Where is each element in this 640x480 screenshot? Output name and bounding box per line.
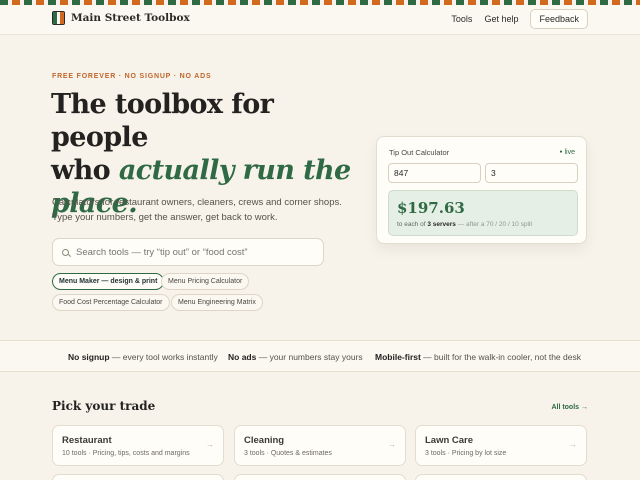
arrow-right-icon: →	[206, 440, 214, 449]
brand-name: Main Street Toolbox	[71, 12, 190, 24]
result-note: to each of 3 servers — after a 70 / 20 /…	[397, 221, 532, 228]
feature-title: Mobile-first	[375, 352, 421, 362]
trade-card-restaurant[interactable]: Restaurant 10 tools · Pricing, tips, cos…	[52, 425, 224, 466]
trade-name: Restaurant	[62, 435, 112, 446]
arrow-right-icon: →	[388, 440, 396, 449]
feedback-button[interactable]: Feedback	[530, 9, 588, 29]
trade-card-partial[interactable]	[234, 474, 406, 480]
feature-text: — your numbers stay yours	[256, 352, 363, 362]
chip-menu-maker[interactable]: Menu Maker — design & print	[52, 273, 165, 290]
search-icon	[62, 248, 69, 256]
feature-no-ads: No ads — your numbers stay yours	[228, 352, 363, 362]
hero-description: Calculators for restaurant owners, clean…	[52, 197, 342, 223]
chip-food-cost[interactable]: Food Cost Percentage Calculator	[52, 294, 170, 311]
trade-card-partial[interactable]	[52, 474, 224, 480]
hero-kicker: FREE FOREVER · NO SIGNUP · NO ADS	[52, 73, 212, 80]
feature-text: — every tool works instantly	[109, 352, 218, 362]
all-tools-link[interactable]: All tools →	[551, 404, 588, 411]
trade-card-cleaning[interactable]: Cleaning 3 tools · Quotes & estimates →	[234, 425, 406, 466]
chip-menu-pricing[interactable]: Menu Pricing Calculator	[161, 273, 250, 290]
result-panel: $197.63 to each of 3 servers — after a 7…	[388, 190, 578, 236]
result-note-prefix: to each of	[397, 221, 428, 228]
logo-icon	[52, 11, 65, 25]
calculator-title: Tip Out Calculator	[389, 148, 450, 157]
hero-title-accent1: actually run the	[118, 155, 351, 186]
tip-out-calculator-card: Tip Out Calculator live 847 3 $197.63 to…	[376, 136, 587, 244]
trade-meta: 10 tools · Pricing, tips, costs and marg…	[62, 450, 190, 457]
search-input[interactable]	[76, 246, 316, 258]
feature-bar: No signup — every tool works instantly N…	[0, 340, 640, 372]
feature-no-signup: No signup — every tool works instantly	[68, 352, 218, 362]
nav-link-tools[interactable]: Tools	[451, 14, 472, 24]
top-nav: Main Street Toolbox Tools Get help Feedb…	[0, 5, 640, 35]
live-badge: live	[559, 149, 575, 156]
result-note-servers: 3 servers	[427, 221, 456, 228]
trade-meta: 3 tools · Pricing by lot size	[425, 450, 507, 457]
search-box[interactable]	[52, 238, 324, 266]
trades-title: Pick your trade	[52, 399, 156, 413]
servers-field[interactable]: 3	[485, 163, 578, 183]
arrow-right-icon: →	[569, 440, 577, 449]
hero-title-who: who	[51, 155, 119, 186]
nav-links: Tools Get help Feedback	[451, 9, 588, 29]
nav-link-help[interactable]: Get help	[484, 14, 518, 24]
result-amount: $197.63	[397, 199, 465, 217]
trade-card-lawn-care[interactable]: Lawn Care 3 tools · Pricing by lot size …	[415, 425, 587, 466]
feature-title: No signup	[68, 352, 110, 362]
feature-mobile-first: Mobile-first — built for the walk-in coo…	[375, 352, 581, 362]
feature-title: No ads	[228, 352, 257, 362]
feature-text: — built for the walk-in cooler, not the …	[420, 352, 581, 362]
result-note-suffix: — after a 70 / 20 / 10 split	[455, 221, 533, 228]
trade-name: Lawn Care	[425, 435, 474, 446]
hero-title-line1: The toolbox for people	[51, 89, 274, 153]
trade-name: Cleaning	[244, 435, 285, 446]
chip-menu-engineering[interactable]: Menu Engineering Matrix	[171, 294, 263, 311]
brand-logo[interactable]: Main Street Toolbox	[52, 11, 190, 25]
amount-field[interactable]: 847	[388, 163, 481, 183]
trade-meta: 3 tools · Quotes & estimates	[244, 450, 332, 457]
trade-card-partial[interactable]	[415, 474, 587, 480]
